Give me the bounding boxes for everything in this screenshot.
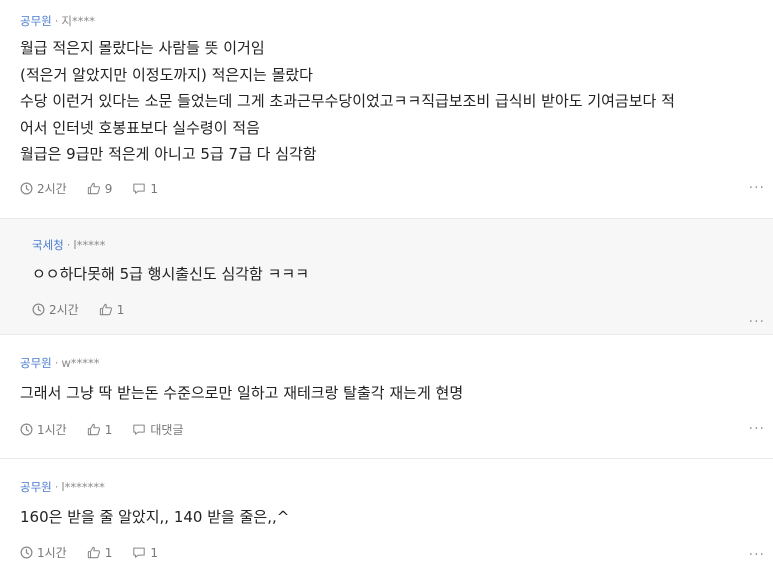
comment: 공무원 · w***** 그래서 그냥 딱 받는돈 수준으로만 일하고 재테크랑… xyxy=(0,335,773,459)
speech-bubble-icon xyxy=(133,424,146,435)
time-label: 1시간 xyxy=(37,423,67,437)
comment-actions: 1시간 1 대댓글 xyxy=(20,421,203,438)
reply-label: 대댓글 xyxy=(150,423,184,437)
comment-meta: 공무원 · l******* xyxy=(20,479,105,495)
like-button[interactable]: 9 xyxy=(87,181,113,196)
meta-separator: · xyxy=(54,356,59,370)
clock-icon xyxy=(32,303,45,316)
comment: 공무원 · l******* 160은 받을 줄 알았지,, 140 받을 줄은… xyxy=(0,459,773,577)
comment-time: 2시간 xyxy=(20,180,67,197)
time-label: 1시간 xyxy=(37,546,67,560)
comment-meta: 공무원 · w***** xyxy=(20,355,100,371)
like-count: 1 xyxy=(104,545,113,560)
more-icon[interactable]: ··· xyxy=(749,180,765,196)
author-name: l***** xyxy=(73,238,106,252)
comment-actions: 1시간 1 1 xyxy=(20,544,178,561)
comment-meta: 국세청 · l***** xyxy=(32,237,105,253)
meta-separator: · xyxy=(54,480,59,494)
clock-icon xyxy=(20,182,33,195)
comment-actions: 2시간 9 1 xyxy=(20,180,178,197)
meta-separator: · xyxy=(66,238,71,252)
like-button[interactable]: 1 xyxy=(87,545,113,560)
thumbs-up-icon xyxy=(87,182,100,195)
reply-count: 1 xyxy=(150,545,158,560)
thumbs-up-icon xyxy=(87,546,100,559)
more-icon[interactable]: ··· xyxy=(749,547,765,563)
comment-time: 1시간 xyxy=(20,544,67,561)
author-org[interactable]: 공무원 xyxy=(20,355,52,371)
comment-body: 160은 받을 줄 알았지,, 140 받을 줄은,,^ xyxy=(20,508,290,526)
comment-time: 2시간 xyxy=(32,301,79,318)
meta-separator: · xyxy=(54,14,59,28)
like-count: 9 xyxy=(104,181,113,196)
comment-meta: 공무원 · 지**** xyxy=(20,13,95,29)
like-count: 1 xyxy=(104,422,113,437)
speech-bubble-icon xyxy=(133,183,146,194)
author-org[interactable]: 공무원 xyxy=(20,479,52,495)
comment-body: ㅇㅇ하다못해 5급 행시출신도 심각함 ㅋㅋㅋ xyxy=(32,265,310,283)
reply-button[interactable]: 1 xyxy=(132,182,158,196)
time-label: 2시간 xyxy=(49,303,79,317)
thumbs-up-icon xyxy=(87,423,100,436)
author-org[interactable]: 공무원 xyxy=(20,13,52,29)
author-name: 지**** xyxy=(61,14,95,28)
more-icon[interactable]: ··· xyxy=(749,314,765,330)
thumbs-up-icon xyxy=(99,303,112,316)
comment-time: 1시간 xyxy=(20,421,67,438)
reply-button[interactable]: 대댓글 xyxy=(132,421,183,438)
comment: 공무원 · 지**** 월급 적은지 몰랐다는 사람들 뜻 이거임 (적은거 알… xyxy=(0,0,773,219)
time-label: 2시간 xyxy=(37,182,67,196)
like-button[interactable]: 1 xyxy=(87,422,113,437)
clock-icon xyxy=(20,546,33,559)
reply-button[interactable]: 1 xyxy=(132,546,158,560)
like-button[interactable]: 1 xyxy=(99,302,125,317)
comment-body: 그래서 그냥 딱 받는돈 수준으로만 일하고 재테크랑 탈출각 재는게 현명 xyxy=(20,384,464,402)
author-name: w***** xyxy=(61,356,100,370)
clock-icon xyxy=(20,423,33,436)
author-org[interactable]: 국세청 xyxy=(32,237,64,253)
speech-bubble-icon xyxy=(133,547,146,558)
reply-count: 1 xyxy=(150,181,158,196)
reply-comment: 국세청 · l***** ㅇㅇ하다못해 5급 행시출신도 심각함 ㅋㅋㅋ 2시간… xyxy=(0,219,773,335)
more-icon[interactable]: ··· xyxy=(749,421,765,437)
author-name: l******* xyxy=(61,480,105,494)
like-count: 1 xyxy=(116,302,125,317)
comment-actions: 2시간 1 xyxy=(32,301,144,318)
comment-body: 월급 적은지 몰랐다는 사람들 뜻 이거임 (적은거 알았지만 이정도까지) 적… xyxy=(20,39,675,163)
